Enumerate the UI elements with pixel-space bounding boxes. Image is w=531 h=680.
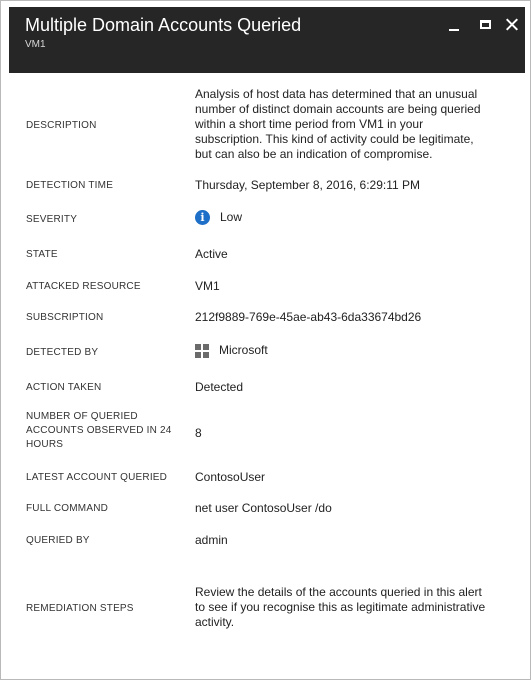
severity-value: i Low bbox=[195, 210, 242, 225]
remediation-label: REMEDIATION STEPS bbox=[26, 603, 134, 614]
detected-by-value: Microsoft bbox=[195, 343, 268, 358]
description-line: Analysis of host data has determined tha… bbox=[195, 87, 478, 101]
description-line: but can also be an indication of comprom… bbox=[195, 147, 433, 161]
action-taken-value: Detected bbox=[195, 380, 244, 394]
minimize-button[interactable] bbox=[444, 15, 464, 33]
minimize-icon bbox=[449, 29, 459, 31]
description-line: within a short time period from VM1 in y… bbox=[195, 117, 424, 131]
queried-accounts-label: NUMBER OF QUERIED ACCOUNTS OBSERVED IN 2… bbox=[26, 410, 172, 452]
close-button[interactable] bbox=[502, 15, 522, 33]
detected-by-label: DETECTED BY bbox=[26, 347, 99, 358]
queried-by-label: QUERIED BY bbox=[26, 535, 90, 546]
latest-account-value: ContosoUser bbox=[195, 470, 266, 484]
blade-title: Multiple Domain Accounts Queried bbox=[25, 15, 302, 35]
blade-header: Multiple Domain Accounts Queried VM1 bbox=[9, 7, 525, 73]
attacked-resource-value: VM1 bbox=[195, 279, 220, 293]
queried-accounts-label-line: HOURS bbox=[26, 439, 64, 450]
queried-accounts-label-line: ACCOUNTS OBSERVED IN 24 bbox=[26, 425, 172, 436]
queried-accounts-label-line: NUMBER OF QUERIED bbox=[26, 411, 138, 422]
state-value: Active bbox=[195, 247, 228, 261]
attacked-resource-label: ATTACKED RESOURCE bbox=[26, 281, 141, 292]
severity-label: SEVERITY bbox=[26, 214, 78, 225]
info-icon: i bbox=[195, 210, 210, 225]
description-label: DESCRIPTION bbox=[26, 120, 97, 131]
detection-time-value: Thursday, September 8, 2016, 6:29:11 PM bbox=[195, 178, 421, 192]
description-line: subscription. This kind of activity coul… bbox=[195, 132, 474, 146]
remediation-line: activity. bbox=[195, 615, 235, 629]
remediation-value: Review the details of the accounts queri… bbox=[195, 585, 515, 630]
action-taken-label: ACTION TAKEN bbox=[26, 382, 102, 393]
windows-logo-icon bbox=[195, 343, 209, 358]
alert-blade: Multiple Domain Accounts Queried VM1 DES… bbox=[0, 0, 531, 680]
queried-by-value: admin bbox=[195, 533, 228, 547]
subscription-value: 212f9889-769e-45ae-ab43-6da33674bd26 bbox=[195, 310, 422, 324]
remediation-line: Review the details of the accounts queri… bbox=[195, 585, 482, 599]
latest-account-label: LATEST ACCOUNT QUERIED bbox=[26, 472, 168, 483]
description-value: Analysis of host data has determined tha… bbox=[195, 87, 515, 162]
severity-text: Low bbox=[220, 210, 243, 224]
queried-accounts-value: 8 bbox=[195, 426, 202, 440]
state-label: STATE bbox=[26, 249, 58, 260]
detected-by-text: Microsoft bbox=[219, 343, 268, 357]
maximize-icon bbox=[479, 19, 491, 29]
blade-subtitle: VM1 bbox=[25, 39, 46, 50]
full-command-value: net user ContosoUser /do bbox=[195, 501, 332, 515]
description-line: number of distinct domain accounts are b… bbox=[195, 102, 481, 116]
detection-time-label: DETECTION TIME bbox=[26, 180, 114, 191]
maximize-button[interactable] bbox=[475, 15, 495, 33]
remediation-line: to see if you recognise this as legitima… bbox=[195, 600, 486, 614]
full-command-label: FULL COMMAND bbox=[26, 503, 109, 514]
subscription-label: SUBSCRIPTION bbox=[26, 312, 104, 323]
close-icon bbox=[506, 18, 519, 31]
